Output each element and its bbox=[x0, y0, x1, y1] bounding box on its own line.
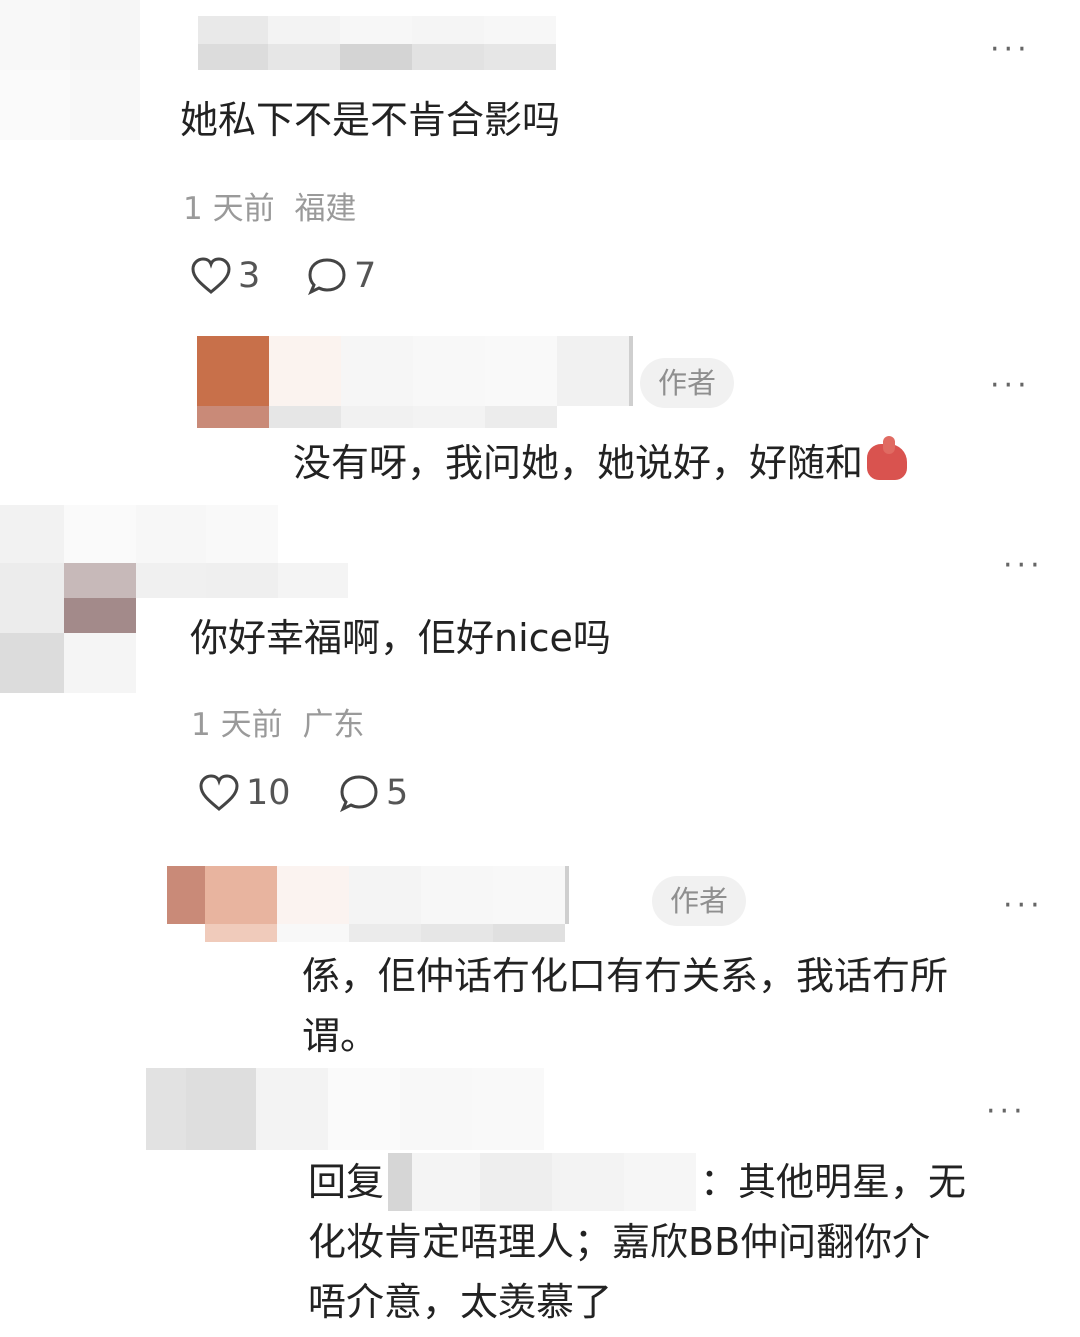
comment-time: 1 天前 bbox=[191, 707, 283, 743]
like-count: 3 bbox=[238, 256, 261, 296]
reply-text-line: 化妆肯定唔理人；嘉欣BB仲问翻你介 bbox=[308, 1220, 931, 1264]
avatar-blur-lower bbox=[64, 598, 136, 634]
author-badge: 作者 bbox=[652, 876, 747, 926]
avatar-blur-bottom bbox=[0, 633, 136, 693]
like-count: 10 bbox=[246, 773, 291, 813]
comment-bubble-icon bbox=[340, 775, 378, 813]
heart-icon bbox=[199, 774, 239, 811]
fist-emoji bbox=[867, 436, 908, 480]
reply-text-content: 没有呀，我问她，她说好，好随和 bbox=[293, 441, 864, 485]
comment-bubble-icon bbox=[308, 258, 346, 296]
more-options-button[interactable]: ··· bbox=[986, 1097, 1027, 1127]
author-badge: 作者 bbox=[640, 358, 735, 408]
like-button[interactable]: 10 bbox=[198, 773, 291, 813]
reply-text: 係，佢仲话冇化口有冇关系，我话冇所 谓。 bbox=[302, 946, 948, 1066]
reply-count: 7 bbox=[354, 256, 377, 296]
mentioned-user-blurred[interactable] bbox=[388, 1153, 697, 1211]
avatar[interactable] bbox=[0, 0, 140, 140]
reply-text-line: 谓。 bbox=[302, 1014, 379, 1058]
reply-text-line: 唔介意，太羡慕了 bbox=[308, 1280, 613, 1324]
comment-time: 1 天前 bbox=[183, 191, 275, 227]
reply-count: 5 bbox=[386, 773, 409, 813]
comment-text: 她私下不是不肯合影吗 bbox=[180, 98, 561, 142]
reply-avatar-username-blurred[interactable] bbox=[167, 866, 569, 942]
reply-text-line: 係，佢仲话冇化口有冇关系，我话冇所 bbox=[302, 954, 949, 998]
reply-button[interactable]: 7 bbox=[306, 256, 376, 296]
comment-meta: 1 天前 福建 bbox=[183, 183, 356, 228]
reply-avatar-username-blurred[interactable] bbox=[197, 336, 633, 428]
reply-text-content: ：其他明星，无 bbox=[700, 1160, 967, 1204]
more-options-button[interactable]: ··· bbox=[990, 35, 1031, 65]
like-button[interactable]: 3 bbox=[190, 256, 260, 296]
reply-text: 没有呀，我问她，她说好，好随和 bbox=[293, 433, 908, 493]
reply-text-line: 回复 ：其他明星，无 bbox=[308, 1152, 966, 1212]
comment-text: 你好幸福啊，佢好nice吗 bbox=[190, 616, 611, 660]
comment-location: 广东 bbox=[302, 707, 365, 743]
more-options-button[interactable]: ··· bbox=[990, 371, 1031, 401]
more-options-button[interactable]: ··· bbox=[1003, 891, 1044, 921]
comment-location: 福建 bbox=[294, 191, 357, 227]
reply-button[interactable]: 5 bbox=[338, 773, 408, 813]
more-options-button[interactable]: ··· bbox=[1003, 551, 1044, 581]
reply-avatar-username-blurred[interactable] bbox=[146, 1068, 544, 1150]
reply-prefix: 回复 bbox=[308, 1160, 385, 1204]
username-blurred[interactable] bbox=[198, 16, 556, 70]
reply-text: 回复 ：其他明星，无 化妆肯定唔理人；嘉欣BB仲问翻你介 唔介意，太羡慕了 bbox=[308, 1152, 966, 1332]
comment-meta: 1 天前 广东 bbox=[191, 699, 364, 744]
heart-icon bbox=[191, 257, 231, 294]
